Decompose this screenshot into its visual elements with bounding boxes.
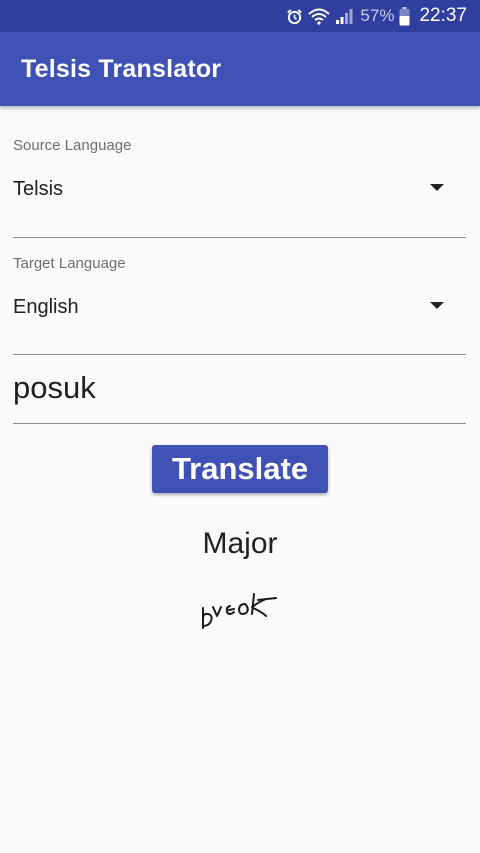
- target-language-label: Target Language: [13, 255, 126, 272]
- translation-result: Major: [202, 527, 278, 560]
- translate-button[interactable]: Translate: [152, 445, 328, 493]
- source-language-value: Telsis: [13, 178, 64, 200]
- battery-percent: 57%: [360, 6, 395, 25]
- battery-icon: [399, 6, 410, 26]
- source-text-input[interactable]: [13, 362, 466, 414]
- dropdown-arrow-icon: [430, 184, 444, 191]
- telsis-script-glyph-icon: [196, 588, 282, 639]
- target-language-dropdown[interactable]: English: [13, 281, 466, 333]
- status-bar: 57% 22:37: [0, 0, 480, 32]
- app-bar: Telsis Translator: [0, 32, 480, 106]
- app-title: Telsis Translator: [21, 55, 222, 83]
- alarm-icon: [286, 8, 303, 25]
- source-language-divider: [13, 237, 466, 238]
- signal-icon: [335, 8, 353, 25]
- wifi-icon: [308, 8, 331, 25]
- source-language-label: Source Language: [13, 137, 132, 154]
- source-language-dropdown[interactable]: Telsis: [13, 163, 466, 215]
- target-language-value: English: [13, 296, 79, 318]
- status-time: 22:37: [419, 5, 467, 26]
- source-text-underline: [13, 423, 466, 424]
- dropdown-arrow-icon: [430, 302, 444, 309]
- target-language-divider: [13, 354, 466, 355]
- status-icons: 57% 22:37: [286, 0, 467, 32]
